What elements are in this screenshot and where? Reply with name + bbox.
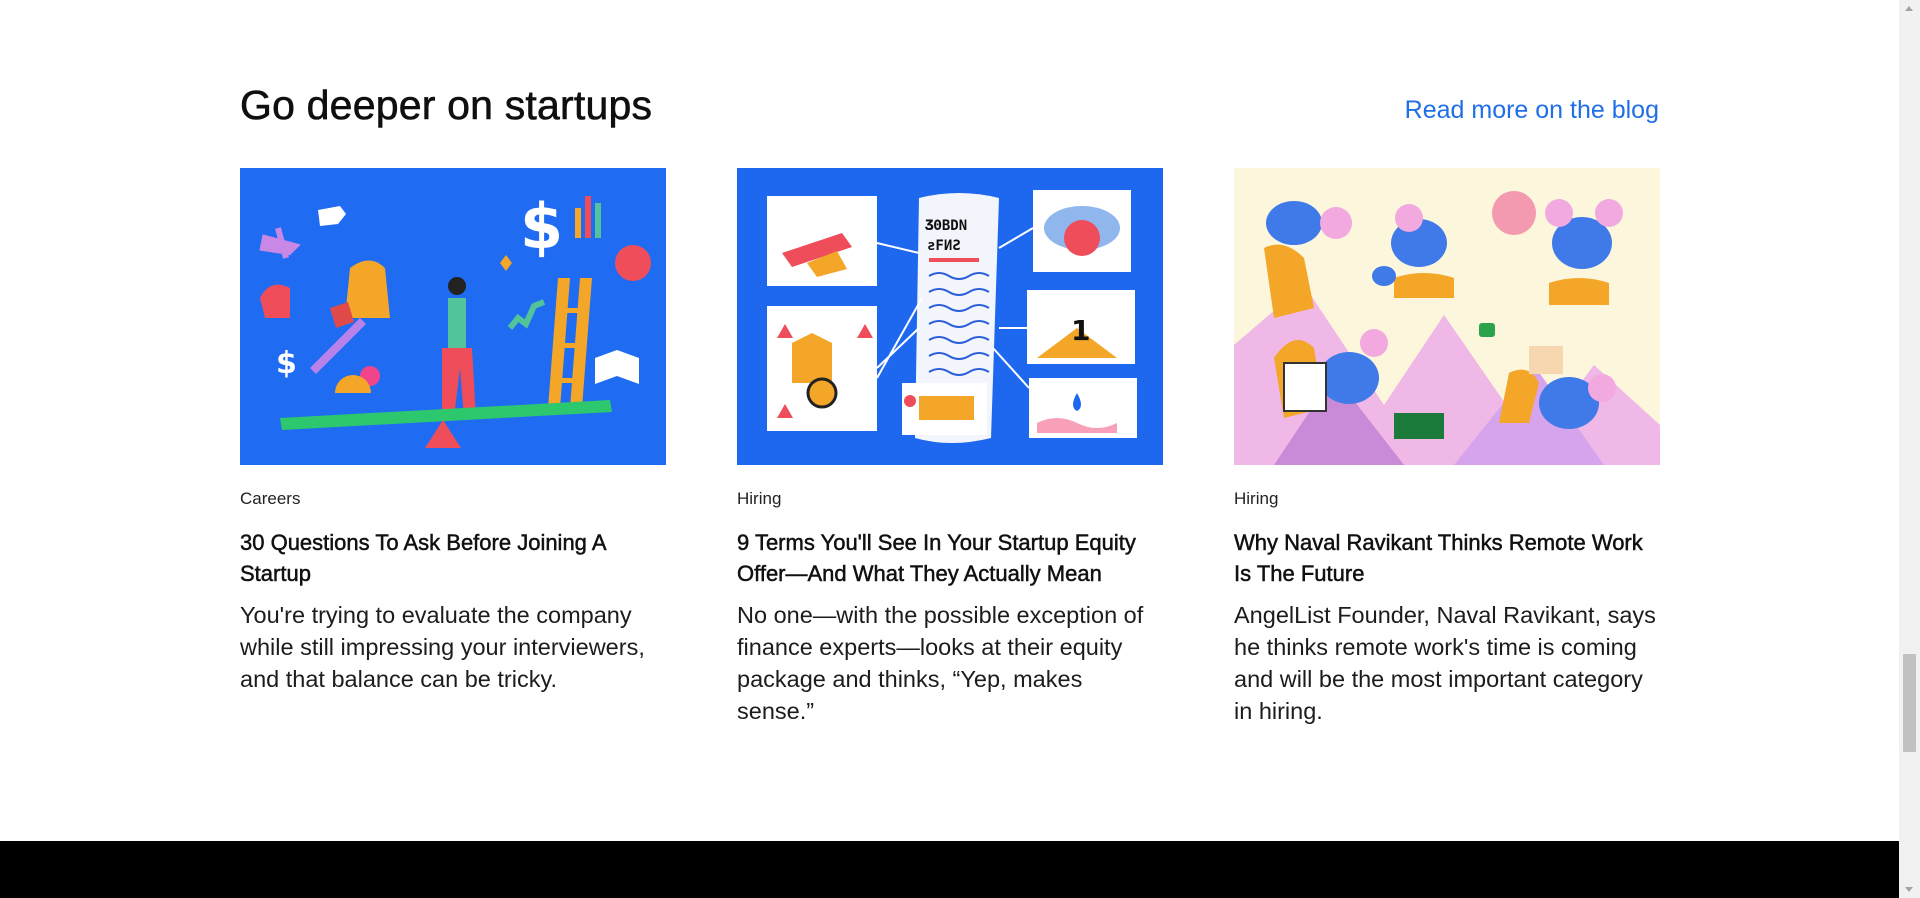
article-title[interactable]: 30 Questions To Ask Before Joining A Sta… bbox=[240, 527, 666, 589]
article-card[interactable]: $ $ Careers 30 Questions To Ask Before J… bbox=[240, 168, 666, 695]
page: Go deeper on startups Read more on the b… bbox=[0, 0, 1899, 898]
svg-text:ƨFИƧ: ƨFИƧ bbox=[927, 238, 961, 254]
equity-document-illustration: ƷΘBDN ƨFИƧ 1 bbox=[737, 168, 1163, 465]
article-card[interactable]: Hiring Why Naval Ravikant Thinks Remote … bbox=[1234, 168, 1660, 727]
article-title[interactable]: 9 Terms You'll See In Your Startup Equit… bbox=[737, 527, 1163, 589]
svg-text:ƷΘBDN: ƷΘBDN bbox=[925, 218, 967, 234]
section-header: Go deeper on startups Read more on the b… bbox=[240, 82, 1659, 142]
article-image[interactable]: ƷΘBDN ƨFИƧ 1 bbox=[737, 168, 1163, 465]
scrollbar-thumb[interactable] bbox=[1903, 654, 1916, 752]
article-image[interactable] bbox=[1234, 168, 1660, 465]
article-category: Hiring bbox=[1234, 489, 1279, 508]
svg-text:1: 1 bbox=[1071, 314, 1090, 347]
career-seesaw-illustration: $ $ bbox=[240, 168, 666, 465]
article-category: Hiring bbox=[737, 489, 782, 508]
article-cards: $ $ Careers 30 Questions To Ask Before J… bbox=[240, 168, 1660, 728]
article-image[interactable]: $ $ bbox=[240, 168, 666, 465]
article-excerpt: No one—with the possible exception of fi… bbox=[737, 602, 1144, 724]
read-more-blog-link[interactable]: Read more on the blog bbox=[1405, 96, 1659, 125]
article-category: Careers bbox=[240, 489, 301, 508]
footer-bar bbox=[0, 841, 1899, 898]
svg-text:$: $ bbox=[276, 346, 297, 381]
article-card[interactable]: ƷΘBDN ƨFИƧ 1 Hiring 9 Terms You'll See I… bbox=[737, 168, 1163, 727]
scroll-up-arrow-icon[interactable] bbox=[1905, 6, 1913, 11]
section-title: Go deeper on startups bbox=[240, 82, 653, 129]
remote-workers-illustration bbox=[1234, 168, 1660, 465]
svg-text:$: $ bbox=[520, 190, 563, 263]
article-excerpt: You're trying to evaluate the company wh… bbox=[240, 602, 645, 692]
vertical-scrollbar[interactable] bbox=[1899, 0, 1920, 898]
scroll-down-arrow-icon[interactable] bbox=[1905, 887, 1913, 892]
article-title[interactable]: Why Naval Ravikant Thinks Remote Work Is… bbox=[1234, 527, 1660, 589]
article-excerpt: AngelList Founder, Naval Ravikant, says … bbox=[1234, 602, 1656, 724]
